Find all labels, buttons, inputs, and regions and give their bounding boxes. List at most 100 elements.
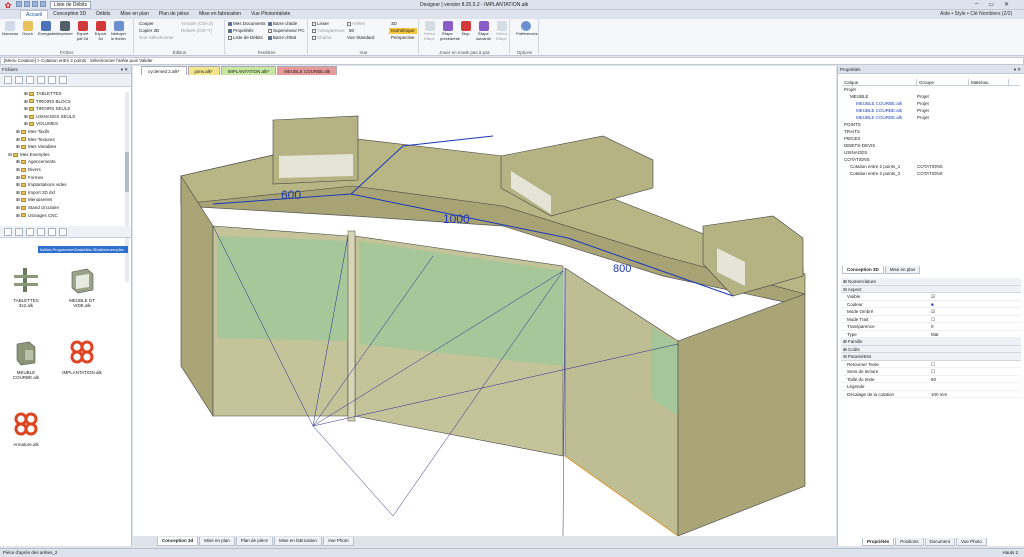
layer-row[interactable]: Cotation entre 2 points_2 COTATIONS <box>842 170 1020 177</box>
undo-icon[interactable] <box>40 1 46 7</box>
step-start-button[interactable]: Début Étape <box>422 21 437 41</box>
tree-item[interactable]: ⊞ VOLUMES <box>8 120 126 128</box>
property-value[interactable]: 100 mm <box>931 391 1021 398</box>
3d-scene[interactable]: 600 1000 800 <box>133 76 836 536</box>
section-famille[interactable]: ⊞ Famille <box>841 338 1021 346</box>
property-row[interactable]: Décalage de la cotation 100 mm <box>841 391 1021 398</box>
tree-item[interactable]: ⊞ TIROIRS SEULS <box>8 105 126 113</box>
view-tab-plan-piece[interactable]: Plan de pièce <box>235 537 274 546</box>
tree-item[interactable]: ⊞ Usinages CNC <box>8 212 126 220</box>
property-row[interactable]: Sens de lecture ☐ <box>841 368 1021 376</box>
select-all-button[interactable]: Tout Sélectionner <box>139 35 174 41</box>
export-pdf-button[interactable]: Export pdf 2d <box>75 21 90 41</box>
property-value[interactable]: Mat <box>931 331 1021 338</box>
tab-positions[interactable]: Positions <box>895 538 924 546</box>
property-row[interactable]: Visible ☑ <box>841 293 1021 301</box>
new-button[interactable]: Nouveau <box>2 21 18 37</box>
property-row[interactable]: Retourner Texte ☐ <box>841 361 1021 368</box>
tab-vue-photo[interactable]: Vue Photoréaliste <box>246 10 295 19</box>
chk-barre-aide[interactable]: Barre d'aide <box>268 21 297 27</box>
thumb-meuble-vide[interactable]: MEUBLE DT VIDE.alk <box>62 266 102 308</box>
thumb-armature[interactable]: Armature.alk <box>6 410 46 447</box>
layer-row[interactable]: MEUBLE COURBE.alk Projet <box>842 100 1020 107</box>
redo-button[interactable]: Refaire (Ctrl+Y) <box>181 28 212 34</box>
panel-close-icon[interactable]: ▾ ✕ <box>1014 66 1021 74</box>
tool-icon-6[interactable] <box>59 76 67 84</box>
section-nomenclature[interactable]: ⊞ Nomenclature <box>841 278 1021 286</box>
tree-item[interactable]: ⊞ Mes Textures <box>8 136 126 144</box>
app-logo-icon[interactable]: ✿ <box>2 1 14 10</box>
tab-conception-3d-layers[interactable]: Conception 3D <box>842 266 884 274</box>
tree-item[interactable]: ⊞ TABLETTES <box>8 90 126 98</box>
dim-label-1000[interactable]: 1000 <box>443 212 470 226</box>
property-row[interactable]: Couleur ■ <box>841 301 1021 308</box>
step-next-button[interactable]: Étape suivante <box>476 21 491 41</box>
property-value[interactable]: 50 <box>931 376 1021 383</box>
tree-item[interactable]: ⊟ Mes Exemples <box>8 151 126 159</box>
layer-row[interactable]: DEBITS-DEVIS <box>842 142 1020 149</box>
thumb-tablettes[interactable]: TABLETTES 3x2.alk <box>6 266 46 308</box>
nav-icon-6[interactable] <box>59 228 67 236</box>
tab-mise-en-fabrication[interactable]: Mise en fabrication <box>194 10 246 19</box>
stop-button[interactable]: Stop <box>458 21 473 37</box>
view-3d-button[interactable]: 3D <box>391 21 397 27</box>
maximize-button[interactable]: ▭ <box>988 1 994 8</box>
thumb-meuble-courbe[interactable]: MEUBLE COURBE.alk <box>6 338 46 380</box>
layer-row[interactable]: USINAGES <box>842 149 1020 156</box>
step-end-button[interactable]: Début Étape <box>494 21 509 41</box>
view-tab-fabrication[interactable]: Mise en fabrication <box>274 537 322 546</box>
layer-row[interactable]: TRAITS <box>842 128 1020 135</box>
chk-mes-documents[interactable]: Mes Documents <box>228 21 266 27</box>
path-field[interactable]: lsAlkis.Programme\DataAlkis.3Dalkis\exem… <box>38 246 128 253</box>
tree-item[interactable]: ⊞ Formes <box>8 174 126 182</box>
property-value[interactable]: ☐ <box>931 316 1021 323</box>
minimize-button[interactable]: – <box>975 1 978 8</box>
tree-item[interactable]: ⊞ Agencements <box>8 158 126 166</box>
tree-item[interactable]: ⊞ Import 2D dxf <box>8 189 126 197</box>
save-button[interactable]: Enregistrer <box>38 21 58 37</box>
tab-conception-3d[interactable]: Conception 3D <box>48 10 91 19</box>
layer-row[interactable]: COTATIONS <box>842 156 1020 163</box>
property-value[interactable]: ☑ <box>931 308 1021 315</box>
tree-item[interactable]: ⊞ Mes Taxifs <box>8 128 126 136</box>
section-couts[interactable]: ⊞ Coûts <box>841 345 1021 353</box>
layer-row[interactable]: MEUBLE COURBE.alk Projet <box>842 107 1020 114</box>
nav-icon-3[interactable] <box>26 228 34 236</box>
chk-chaine[interactable]: Chaîne <box>312 35 332 41</box>
nav-icon-4[interactable] <box>37 228 45 236</box>
scroll-thumb[interactable] <box>125 152 129 192</box>
opacity-value[interactable]: 50 <box>349 28 354 34</box>
layer-row[interactable]: Projet <box>842 86 1020 93</box>
property-value[interactable]: ☐ <box>931 368 1021 375</box>
undo-button[interactable]: Annuler (Ctrl+Z) <box>181 21 213 27</box>
tab-document[interactable]: Document <box>924 538 956 546</box>
tree-scrollbar[interactable] <box>125 92 129 282</box>
command-line[interactable]: [Menu Cotation] > Cotation entre 2 point… <box>0 57 1024 65</box>
nav-icon-2[interactable] <box>15 228 23 236</box>
view-tab-photo[interactable]: Vue Photo <box>322 537 354 546</box>
tool-icon-5[interactable] <box>48 76 56 84</box>
col-groupe[interactable]: Groupe <box>917 79 969 85</box>
tab-vue-photo-props[interactable]: Vue Photo <box>956 538 987 546</box>
preferences-button[interactable]: Préférences <box>516 21 538 37</box>
col-calque[interactable]: Calque <box>842 79 917 85</box>
tool-icon-3[interactable] <box>26 76 34 84</box>
tab-proprietes[interactable]: Propriétés <box>862 538 895 546</box>
property-value[interactable]: ☐ <box>931 361 1021 368</box>
tab-mise-en-plan-layers[interactable]: Mise en plan <box>884 266 921 274</box>
section-parametres[interactable]: ⊟ Paramètres <box>841 353 1021 361</box>
doc-tab-meuble-courbe[interactable]: MEUBLE COURBE.alk <box>277 66 338 75</box>
property-value[interactable]: 0 <box>931 323 1021 330</box>
thumb-implantation[interactable]: IMPLANTATION.alk <box>62 338 102 375</box>
chk-transparence[interactable]: Transparence <box>312 28 345 34</box>
chk-superviseur[interactable]: Superviseur PC <box>268 28 305 34</box>
nav-icon-5[interactable] <box>48 228 56 236</box>
doc-tab-implantation[interactable]: IMPLANTATION.alk* <box>220 66 277 75</box>
open-button[interactable]: Ouvrir <box>20 21 35 37</box>
section-aspect[interactable]: ⊟ Aspect <box>841 285 1021 293</box>
tree-item[interactable]: ⊞ Implantations vides <box>8 181 126 189</box>
property-row[interactable]: Transparence 0 <box>841 323 1021 331</box>
dim-label-800[interactable]: 800 <box>613 263 631 275</box>
3d-viewport[interactable]: cyclemed 2.alk* jams.alk* IMPLANTATION.a… <box>133 66 836 546</box>
tool-icon-4[interactable] <box>37 76 45 84</box>
